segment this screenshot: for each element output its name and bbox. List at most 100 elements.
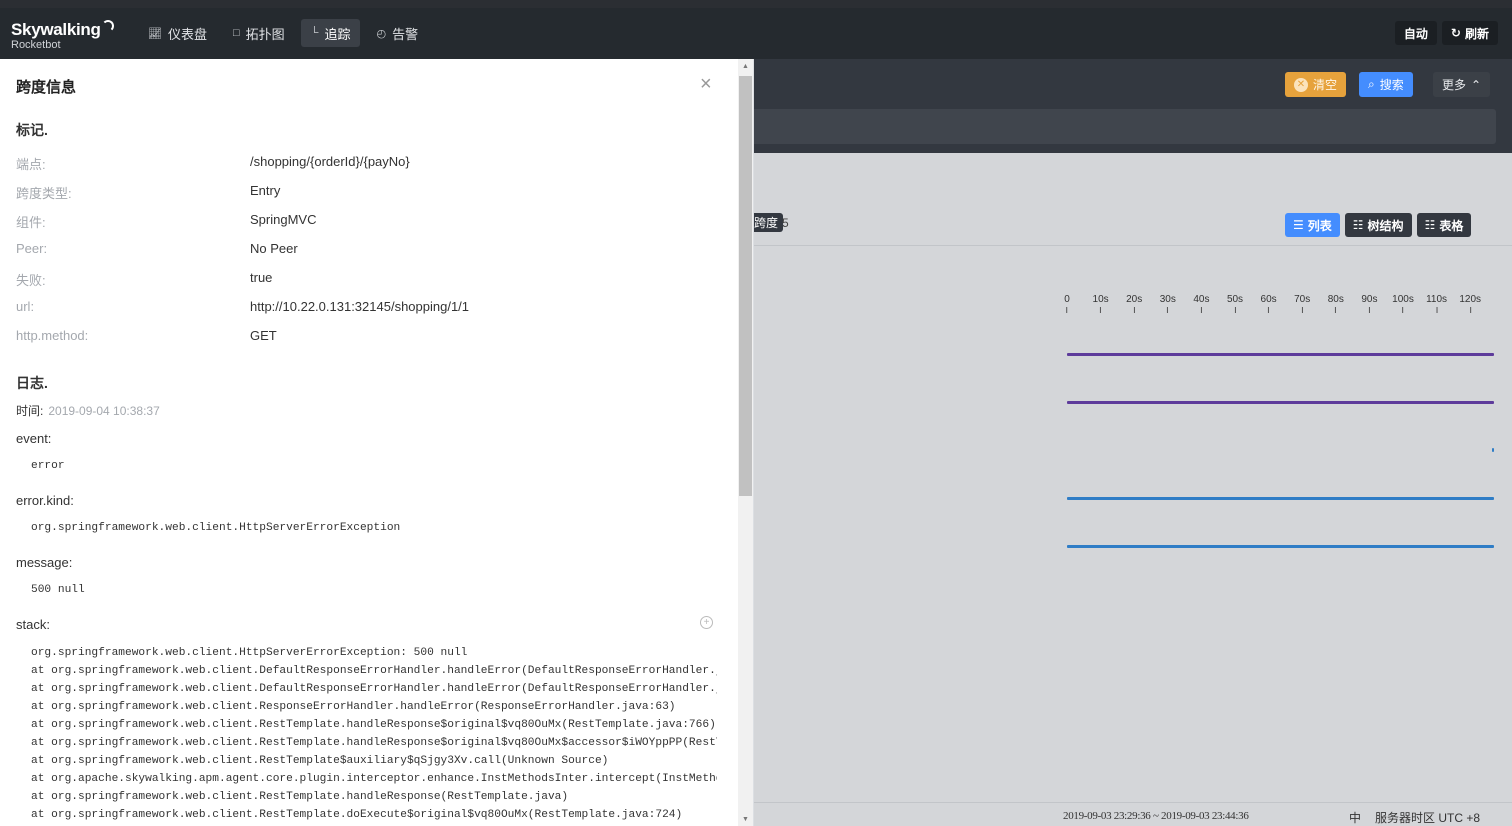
tag-row: http.method: GET xyxy=(16,328,716,348)
drawer-scrollbar[interactable]: ▲ ▼ xyxy=(738,59,753,826)
span-bar[interactable] xyxy=(1492,448,1494,452)
axis-tick: 30s xyxy=(1160,294,1176,313)
log-time-label: 时间: xyxy=(16,404,44,418)
tag-key: Peer: xyxy=(16,241,48,256)
stack-line: org.springframework.web.client.HttpServe… xyxy=(31,647,468,659)
stack-line: at org.springframework.web.client.RestTe… xyxy=(31,809,683,821)
header-actions: 自动 ↻ 刷新 xyxy=(1394,21,1498,45)
trace-icon: └ xyxy=(310,27,319,39)
tag-value: /shopping/{orderId}/{payNo} xyxy=(250,154,410,169)
log-time: 时间: 2019-09-04 10:38:37 xyxy=(16,402,160,419)
view-tree-button[interactable]: ☷ 树结构 xyxy=(1344,213,1412,237)
tag-row: 端点: /shopping/{orderId}/{payNo} xyxy=(16,154,716,174)
stack-line: at org.springframework.web.client.RestTe… xyxy=(31,737,717,749)
tag-value: Entry xyxy=(250,183,281,198)
axis-tick: 10s xyxy=(1093,294,1109,313)
log-field-value: 500 null xyxy=(31,584,85,596)
axis-tick: 70s xyxy=(1294,294,1310,313)
stack-trace: org.springframework.web.client.HttpServe… xyxy=(31,644,717,824)
axis-tick: 80s xyxy=(1328,294,1344,313)
tag-key: url: xyxy=(16,299,35,314)
view-switcher: ☰ 列表 ☷ 树结构 ☷ 表格 xyxy=(1285,213,1472,237)
view-table-label: 表格 xyxy=(1439,218,1464,233)
stack-line: at org.springframework.web.client.Defaul… xyxy=(31,683,717,695)
tag-key: 跨度类型: xyxy=(16,186,72,201)
clear-button[interactable]: ✕ 清空 xyxy=(1285,72,1347,97)
close-icon[interactable]: × xyxy=(700,73,712,96)
tag-value: http://10.22.0.131:32145/shopping/1/1 xyxy=(250,299,470,314)
trace-filter-area[interactable] xyxy=(754,109,1496,144)
span-info-drawer: 跨度信息 × 标记. 端点: /shopping/{orderId}/{payNo… xyxy=(0,59,754,826)
table-icon: ☷ xyxy=(1424,218,1436,232)
more-button[interactable]: 更多 ⌃ xyxy=(1433,72,1491,97)
footer: 2019-09-03 23:29:36 ~ 2019-09-03 23:44:3… xyxy=(754,802,1512,826)
view-tree-label: 树结构 xyxy=(1367,218,1404,233)
axis-tick: 90s xyxy=(1361,294,1377,313)
log-field-key: message: xyxy=(16,555,73,570)
nav-trace[interactable]: └ 追踪 xyxy=(300,19,361,47)
logs-heading: 日志. xyxy=(16,375,48,391)
footer-time-range[interactable]: 2019-09-03 23:29:36 ~ 2019-09-03 23:44:3… xyxy=(1063,810,1249,822)
auto-label: 自动 xyxy=(1403,26,1428,41)
refresh-icon: ↻ xyxy=(1450,26,1461,40)
span-count: 5 xyxy=(782,216,789,230)
scroll-thumb[interactable] xyxy=(739,76,752,496)
axis-tick: 50s xyxy=(1227,294,1243,313)
nav-alarm-label: 告警 xyxy=(392,26,419,42)
log-field-value: org.springframework.web.client.HttpServe… xyxy=(31,522,401,534)
scroll-up-icon[interactable]: ▲ xyxy=(742,63,749,70)
stack-line: at org.springframework.web.client.RestTe… xyxy=(31,791,569,803)
auto-refresh-button[interactable]: 自动 xyxy=(1394,21,1437,45)
tag-row: url: http://10.22.0.131:32145/shopping/1/… xyxy=(16,299,716,319)
tag-value: SpringMVC xyxy=(250,212,317,227)
nav-dashboard[interactable]: 📈︎ 仪表盘 xyxy=(138,19,217,47)
section-divider xyxy=(754,245,1512,246)
view-list-label: 列表 xyxy=(1307,218,1332,233)
axis-tick: 120s xyxy=(1459,294,1481,313)
list-icon: ☰ xyxy=(1293,218,1304,232)
brand-name: Skywalking xyxy=(11,20,101,39)
stack-line: at org.apache.skywalking.apm.agent.core.… xyxy=(31,773,717,785)
stack-line: at org.springframework.web.client.Defaul… xyxy=(31,665,717,677)
span-badge: 跨度 xyxy=(754,213,784,232)
drawer-title: 跨度信息 xyxy=(16,79,77,96)
stack-line: at org.springframework.web.client.RestTe… xyxy=(31,755,609,767)
nav-trace-label: 追踪 xyxy=(324,26,351,42)
clear-icon: ✕ xyxy=(1294,77,1308,92)
span-bar[interactable] xyxy=(1067,401,1494,404)
main-nav: 📈︎ 仪表盘 □ 拓扑图 └ 追踪 ◴ 告警 xyxy=(138,19,428,47)
stack-line: at org.springframework.web.client.RestTe… xyxy=(31,719,716,731)
span-bar[interactable] xyxy=(1067,497,1494,500)
nav-topology-label: 拓扑图 xyxy=(245,26,285,42)
top-header: Skywalking Rocketbot 📈︎ 仪表盘 □ 拓扑图 └ 追踪 ◴… xyxy=(0,8,1512,59)
refresh-label: 刷新 xyxy=(1464,26,1489,41)
tag-key: 端点: xyxy=(16,157,46,172)
tag-key: 组件: xyxy=(16,215,46,230)
view-list-button[interactable]: ☰ 列表 xyxy=(1285,213,1340,237)
nav-topology[interactable]: □ 拓扑图 xyxy=(223,19,295,47)
view-table-button[interactable]: ☷ 表格 xyxy=(1416,213,1472,237)
search-button[interactable]: ⌕ 搜索 xyxy=(1359,72,1413,97)
axis-tick: 0 xyxy=(1064,294,1070,313)
tag-key: http.method: xyxy=(16,328,89,343)
span-bar[interactable] xyxy=(1067,353,1494,356)
axis-tick: 60s xyxy=(1261,294,1277,313)
brand-subtitle: Rocketbot xyxy=(11,39,61,51)
log-field-key: event: xyxy=(16,431,52,446)
window-top-strip xyxy=(0,0,1512,8)
topology-icon: □ xyxy=(232,27,240,39)
nav-alarm[interactable]: ◴ 告警 xyxy=(366,19,428,47)
log-time-value: 2019-09-04 10:38:37 xyxy=(48,404,160,418)
span-bar[interactable] xyxy=(1067,545,1494,548)
tag-value: No Peer xyxy=(250,241,298,256)
zoom-in-icon[interactable]: + xyxy=(700,616,713,629)
span-badge-label: 跨度 xyxy=(754,216,779,230)
alarm-icon: ◴ xyxy=(376,27,387,40)
timeline-axis: 0 10s 20s 30s 40s 50s 60s 70s 80s 90s 100s 110s 120s xyxy=(1060,294,1500,314)
refresh-button[interactable]: ↻ 刷新 xyxy=(1441,21,1498,45)
language-toggle[interactable]: 中 xyxy=(1349,809,1361,826)
logo[interactable]: Skywalking Rocketbot xyxy=(11,20,114,51)
clear-label: 清空 xyxy=(1313,78,1338,92)
stack-line: at org.springframework.web.client.Respon… xyxy=(31,701,676,713)
scroll-down-icon[interactable]: ▼ xyxy=(742,816,749,823)
